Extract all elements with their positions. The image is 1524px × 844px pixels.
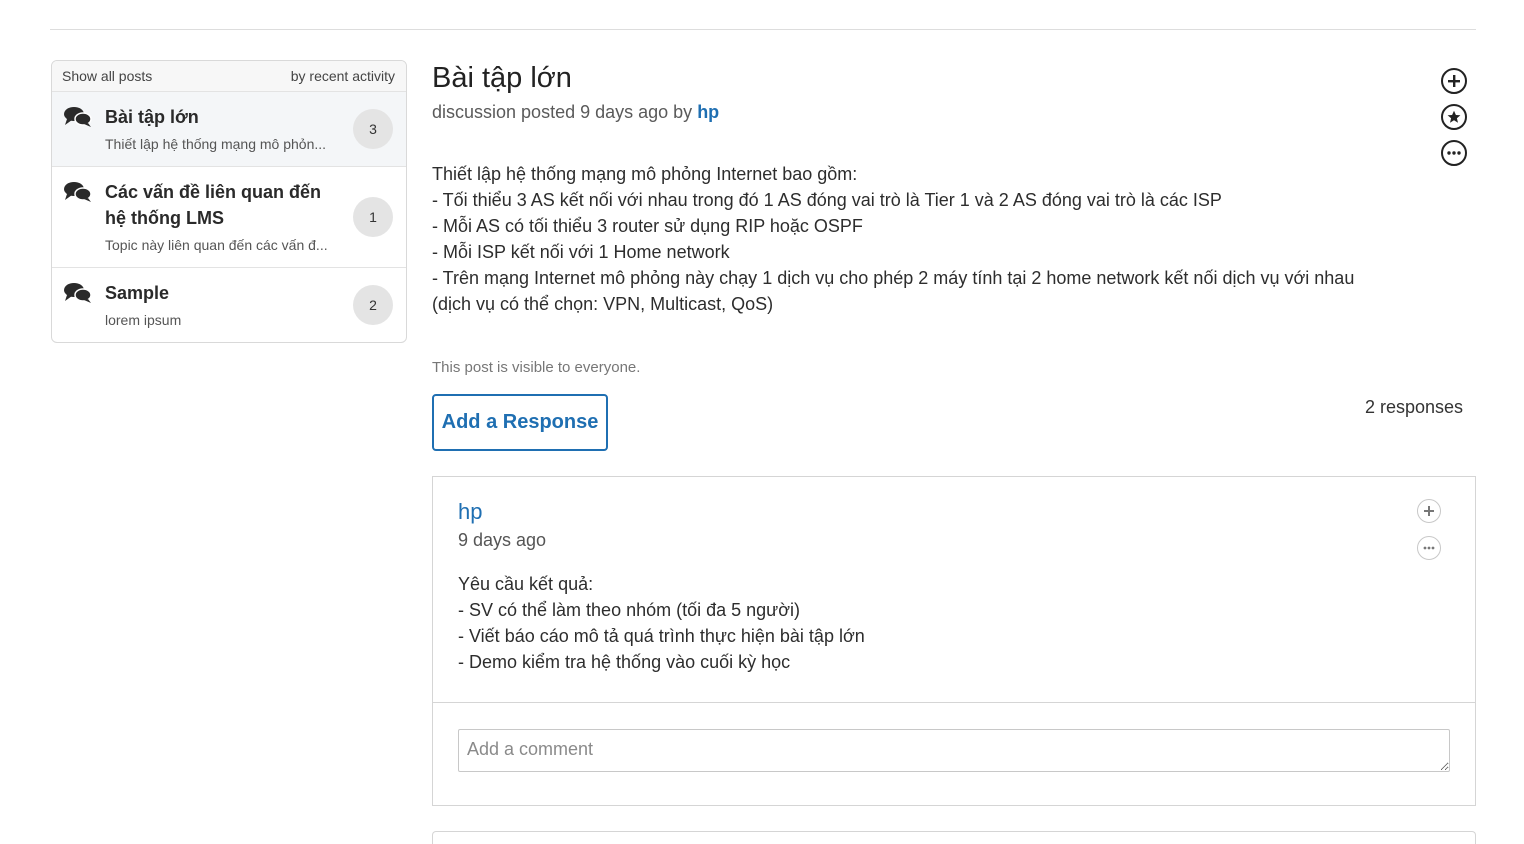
add-response-button[interactable]: Add a Response [432, 394, 608, 451]
response-body-line: - Demo kiểm tra hệ thống vào cuối kỳ học [458, 652, 791, 672]
response-author-link[interactable]: hp [458, 499, 482, 525]
star-icon [1447, 110, 1461, 123]
post-snippet: Topic này liên quan đến các vấn đ... [105, 237, 328, 253]
chat-bubbles-icon [64, 107, 92, 127]
thread-title: Bài tập lớn [432, 62, 572, 94]
plus-icon [1424, 506, 1434, 516]
response-body: Yêu cầu kết quả: - SV có thể làm theo nh… [458, 571, 865, 675]
post-list-item[interactable]: Sample lorem ipsum 2 [52, 267, 406, 342]
post-list-item[interactable]: Các vấn đề liên quan đến hệ thống LMS To… [52, 166, 406, 267]
post-title: Sample [105, 283, 170, 303]
thread-body: Thiết lập hệ thống mạng mô phỏng Interne… [432, 161, 1476, 317]
response-more-button[interactable] [1417, 536, 1441, 560]
post-snippet: Thiết lập hệ thống mạng mô phỏn... [105, 136, 327, 152]
top-divider [50, 29, 1476, 30]
more-actions-button[interactable] [1441, 140, 1467, 166]
more-icon [1447, 151, 1461, 155]
post-title: Các vấn đề liên quan đến hệ thống LMS [105, 182, 322, 228]
thread-body-line: - Mỗi ISP kết nối với 1 Home network [432, 242, 730, 262]
thread-body-line: - Trên mạng Internet mô phỏng này chạy 1… [432, 268, 1355, 288]
response-body-line: Yêu cầu kết quả: [458, 574, 594, 594]
responses-count: 2 responses [1364, 397, 1463, 417]
plus-icon [1448, 75, 1460, 87]
thread-meta: discussion posted 9 days ago by hp [432, 102, 1476, 123]
thread-body-line: - Mỗi AS có tối thiểu 3 router sử dụng R… [432, 216, 863, 236]
sort-dropdown[interactable]: by recent activity [291, 68, 395, 84]
response-time: 9 days ago [458, 530, 547, 550]
sidebar-header: Show all posts by recent activity [52, 61, 406, 91]
thread-main: Bài tập lớn discussion posted 9 days ago… [432, 60, 1476, 376]
chat-bubbles-icon [64, 283, 92, 303]
post-title: Bài tập lớn [105, 107, 199, 127]
add-comment-field[interactable] [458, 729, 1450, 772]
response-card: hp 9 days ago Yêu cầu kết quả: - SV có t… [432, 476, 1476, 806]
post-snippet: lorem ipsum [105, 312, 182, 328]
visibility-note: This post is visible to everyone. [432, 359, 641, 376]
response-body-line: - Viết báo cáo mô tả quá trình thực hiện… [458, 626, 865, 646]
chat-bubbles-icon [64, 182, 92, 202]
thread-actions [1441, 68, 1469, 176]
more-icon [1423, 546, 1435, 550]
post-list-item[interactable]: Bài tập lớn Thiết lập hệ thống mạng mô p… [52, 91, 406, 166]
thread-body-line: Thiết lập hệ thống mạng mô phỏng Interne… [432, 164, 858, 184]
next-response-card [432, 831, 1476, 844]
response-divider [433, 702, 1475, 703]
follow-button[interactable] [1441, 68, 1467, 94]
response-count-badge: 1 [353, 197, 393, 237]
response-count-badge: 2 [353, 285, 393, 325]
response-count-badge: 3 [353, 109, 393, 149]
thread-body-line: - Tối thiểu 3 AS kết nối với nhau trong … [432, 190, 1222, 210]
response-actions [1417, 499, 1441, 573]
filter-dropdown[interactable]: Show all posts [62, 68, 152, 84]
star-button[interactable] [1441, 104, 1467, 130]
response-endorse-button[interactable] [1417, 499, 1441, 523]
response-body-line: - SV có thể làm theo nhóm (tối đa 5 ngườ… [458, 600, 801, 620]
post-list-sidebar: Show all posts by recent activity Bài tậ… [51, 60, 407, 343]
thread-body-line: (dịch vụ có thể chọn: VPN, Multicast, Qo… [432, 294, 774, 314]
thread-meta-text: discussion posted 9 days ago by [432, 102, 693, 122]
thread-author-link[interactable]: hp [697, 102, 719, 122]
